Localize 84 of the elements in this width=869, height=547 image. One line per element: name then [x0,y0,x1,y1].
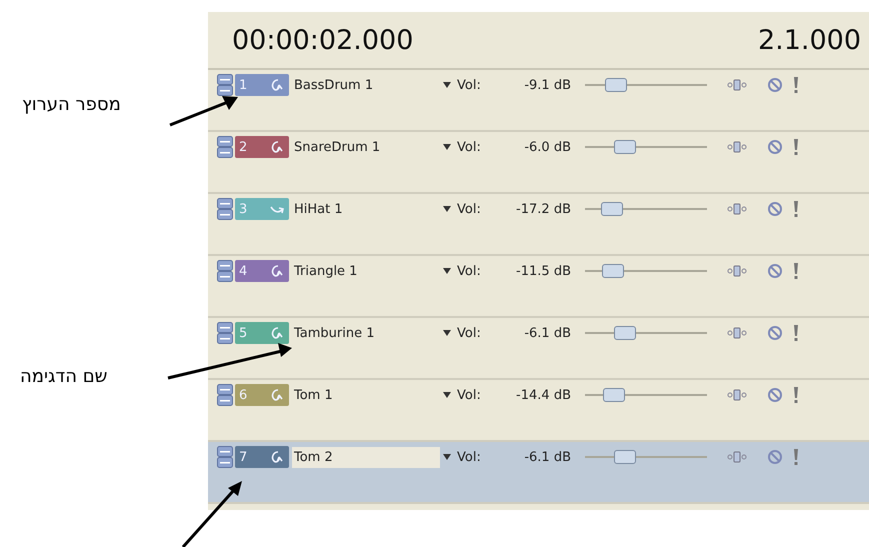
volume-label: Vol: [457,264,482,278]
solo-icon[interactable] [793,200,799,218]
track-number-chip[interactable]: 4 [235,260,289,282]
caret-icon[interactable] [443,454,451,460]
grip-icon[interactable] [217,198,233,220]
position-display: 2.1.000 [758,24,861,56]
volume-reading: -14.4 dB [515,388,571,402]
solo-icon[interactable] [793,324,799,342]
volume-label: Vol: [457,388,482,402]
grip-icon[interactable] [217,384,233,406]
track-name[interactable]: BassDrum 1 [292,74,440,96]
volume-reading: -11.5 dB [515,264,571,278]
fx-plug-icon[interactable] [727,388,747,402]
annotation-label: שם הדגימה [20,366,108,387]
volume-label: Vol: [457,450,482,464]
loop-icon [269,263,285,279]
grip-icon[interactable] [217,136,233,158]
track-number-chip[interactable]: 2 [235,136,289,158]
loop-icon [269,387,285,403]
loop-icon [269,325,285,341]
track-header[interactable]: 3 HiHat 1 Vol: -17.2 dB [208,194,869,256]
slider-thumb[interactable] [614,450,636,464]
track-header[interactable]: 2 SnareDrum 1 Vol: -6.0 dB [208,132,869,194]
slider-thumb[interactable] [604,78,626,92]
track-name[interactable]: Tom 1 [292,384,440,406]
caret-icon[interactable] [443,206,451,212]
volume-reading: -6.1 dB [523,450,571,464]
volume-label: Vol: [457,78,482,92]
time-display: 00:00:02.000 [232,24,414,56]
caret-icon[interactable] [443,82,451,88]
fx-plug-icon[interactable] [727,450,747,464]
caret-icon[interactable] [443,330,451,336]
volume-reading: -17.2 dB [515,202,571,216]
caret-icon[interactable] [443,268,451,274]
mute-icon[interactable] [767,325,783,341]
slider-thumb[interactable] [614,326,636,340]
loop-icon [269,139,285,155]
track-number-chip[interactable]: 7 [235,446,289,468]
solo-icon[interactable] [793,76,799,94]
grip-icon[interactable] [217,260,233,282]
volume-reading: -6.1 dB [523,326,571,340]
volume-reading: -9.1 dB [523,78,571,92]
track-name[interactable]: Tamburine 1 [292,322,440,344]
track-name[interactable]: Tom 2 [292,446,440,468]
solo-icon[interactable] [793,386,799,404]
track-header[interactable]: 1 BassDrum 1 Vol: -9.1 dB [208,70,869,132]
mute-icon[interactable] [767,139,783,155]
mute-icon[interactable] [767,77,783,93]
mute-icon[interactable] [767,263,783,279]
caret-icon[interactable] [443,392,451,398]
fx-plug-icon[interactable] [727,326,747,340]
loop-icon [269,449,285,465]
caret-icon[interactable] [443,144,451,150]
mute-icon[interactable] [767,449,783,465]
volume-label: Vol: [457,140,482,154]
fx-plug-icon[interactable] [727,78,747,92]
annotation-label: מספר הערוץ [22,94,121,115]
mute-icon[interactable] [767,387,783,403]
solo-icon[interactable] [793,448,799,466]
slider-thumb[interactable] [614,140,636,154]
slider-thumb[interactable] [602,264,624,278]
mute-icon[interactable] [767,201,783,217]
fx-plug-icon[interactable] [727,140,747,154]
solo-icon[interactable] [793,262,799,280]
track-name[interactable]: HiHat 1 [292,198,440,220]
slider-thumb[interactable] [600,202,623,216]
track-name[interactable]: SnareDrum 1 [292,136,440,158]
track-header[interactable]: 4 Triangle 1 Vol: -11.5 dB [208,256,869,318]
track-header[interactable]: 5 Tamburine 1 Vol: -6.1 dB [208,318,869,380]
fx-plug-icon[interactable] [727,264,747,278]
track-header[interactable]: 7 Tom 2 Vol: -6.1 dB [208,442,869,504]
volume-label: Vol: [457,326,482,340]
volume-reading: -6.0 dB [523,140,571,154]
track-name[interactable]: Triangle 1 [292,260,440,282]
fx-plug-icon[interactable] [727,202,747,216]
volume-label: Vol: [457,202,482,216]
grip-icon[interactable] [217,74,233,96]
annotation-arrow [169,96,238,126]
grip-icon[interactable] [217,446,233,468]
loop-icon [269,77,285,93]
solo-icon[interactable] [793,138,799,156]
annotation-arrow [182,481,242,547]
slider-thumb[interactable] [603,388,626,402]
grip-icon[interactable] [217,322,233,344]
